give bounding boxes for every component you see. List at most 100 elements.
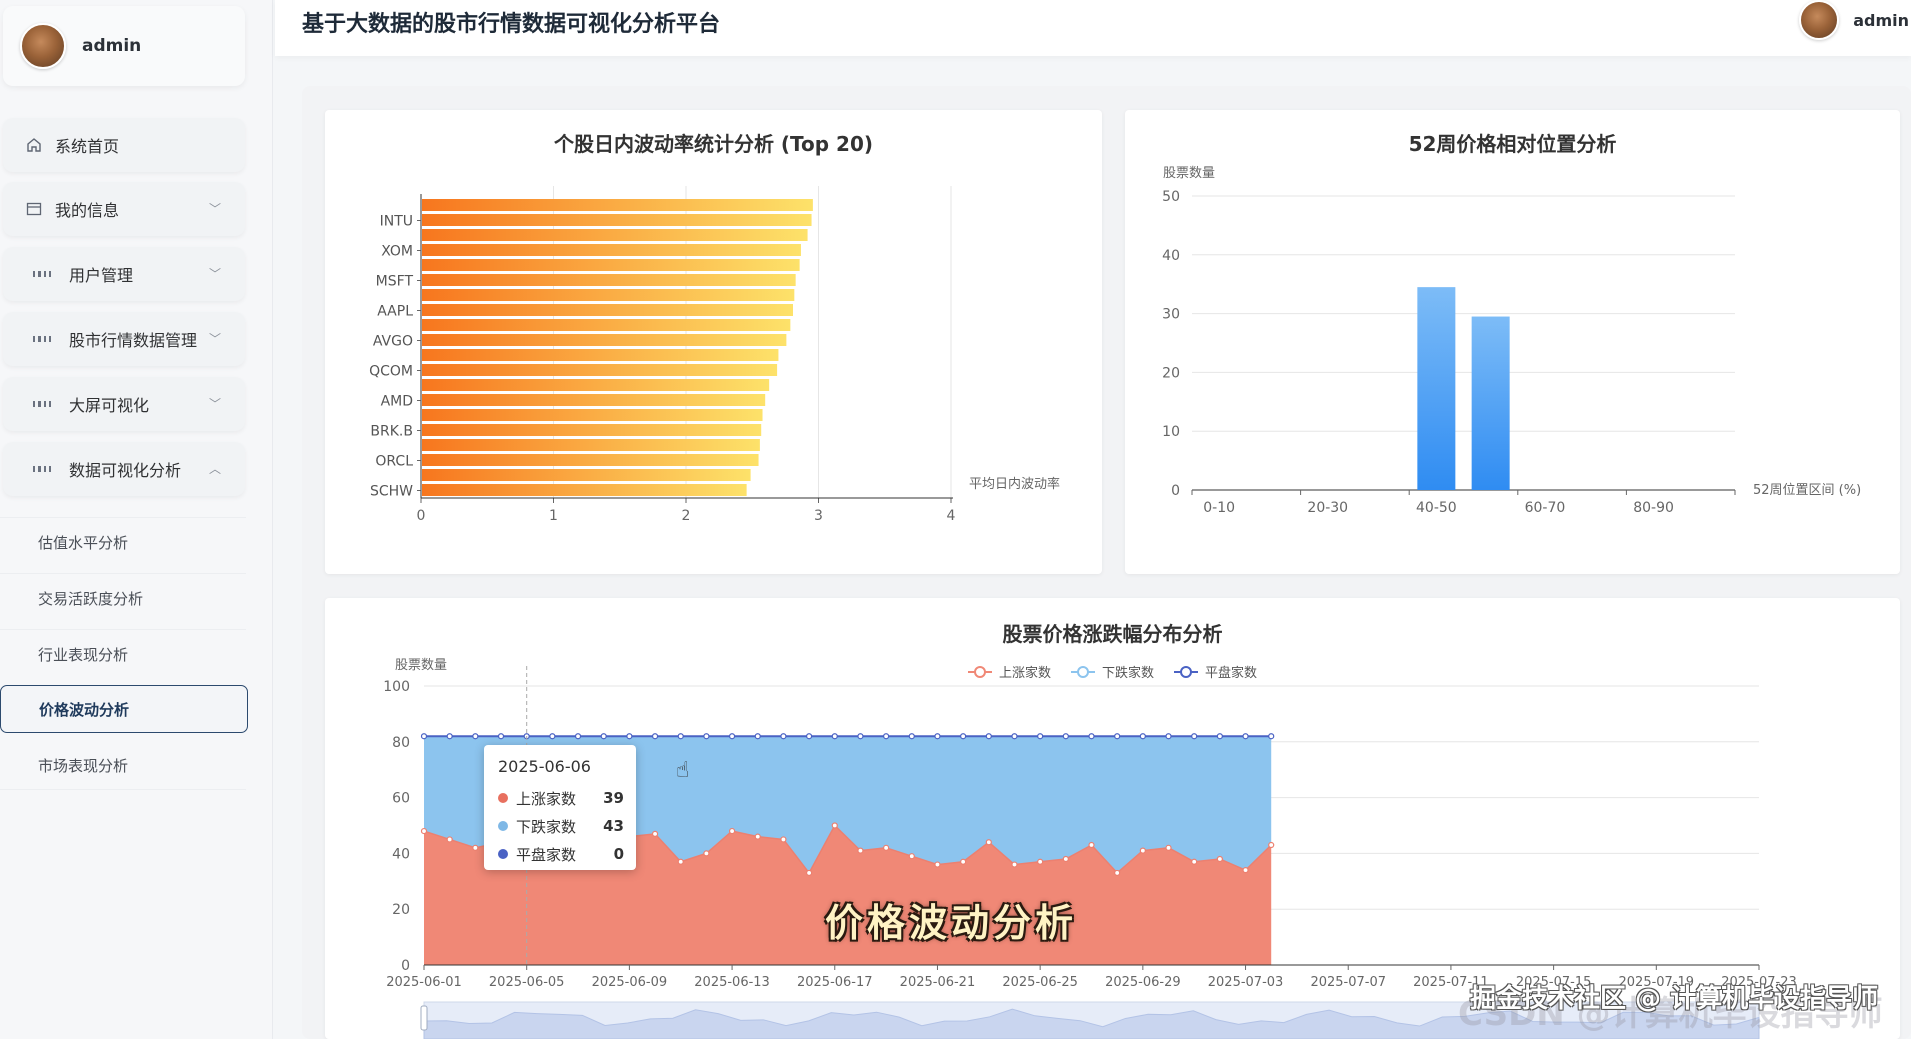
data-point-up	[1062, 855, 1069, 863]
y-tick-label: QCOM	[369, 364, 413, 380]
watermark: 掘金技术社区 @ 计算机毕设指导师	[1470, 984, 1879, 1014]
x-tick-label: 40-50	[1416, 500, 1457, 516]
legend-marker	[1077, 666, 1089, 678]
data-point-flat	[857, 733, 864, 740]
grid-icon	[33, 460, 51, 478]
submenu-valuation[interactable]: 估值水平分析	[0, 518, 246, 566]
data-point-up	[1268, 841, 1275, 849]
x-tick-label: 2	[682, 508, 691, 524]
data-point-flat	[985, 733, 992, 740]
bar	[422, 304, 793, 316]
sidebar-username: admin	[82, 36, 142, 56]
bar	[422, 199, 813, 211]
menu-label: 股市行情数据管理	[69, 331, 198, 350]
top-header: 基于大数据的股市行情数据可视化分析平台 admin	[275, 0, 1911, 56]
avatar[interactable]	[20, 23, 66, 69]
legend-dot	[498, 793, 508, 803]
y-tick-label: AVGO	[373, 334, 413, 350]
submenu-market-performance[interactable]: 市场表现分析	[0, 741, 246, 789]
data-point-up	[420, 827, 428, 835]
x-tick-label: 80-90	[1633, 500, 1674, 516]
data-point-up	[908, 853, 915, 860]
x-axis-label: 52周位置区间 (%)	[1753, 483, 1861, 498]
y-axis-label: 股票数量	[1163, 166, 1215, 181]
zoom-slider-handle-left	[420, 1005, 428, 1031]
tooltip-series-name: 下跌家数	[516, 817, 577, 836]
data-point-flat	[908, 733, 915, 740]
grid-icon	[33, 395, 51, 413]
bar	[422, 454, 759, 466]
menu-item-data-analysis[interactable]: 数据可视化分析 ︿	[3, 442, 245, 496]
y-tick-label: 100	[383, 679, 410, 695]
y-tick-label: 10	[1162, 424, 1180, 440]
menu-label: 数据可视化分析	[69, 461, 182, 480]
data-point-flat	[626, 733, 633, 740]
tooltip-value: 39	[603, 789, 624, 807]
x-axis-label: 平均日内波动率	[969, 476, 1060, 492]
data-point-up	[446, 836, 453, 843]
menu-label: 我的信息	[55, 201, 120, 220]
y-tick-label: 40	[1162, 248, 1180, 264]
menu-label: 大屏可视化	[69, 396, 150, 415]
x-tick-label: 2025-07-03	[1208, 975, 1284, 990]
x-tick-label: 2025-06-25	[1002, 975, 1078, 990]
bar	[422, 259, 800, 271]
bar	[422, 319, 791, 331]
submenu-trading-activity[interactable]: 交易活跃度分析	[0, 574, 246, 622]
data-point-flat	[728, 733, 736, 740]
y-tick-label: INTU	[380, 214, 413, 230]
menu-item-market-data[interactable]: 股市行情数据管理 ﹀	[3, 312, 245, 366]
bar	[422, 244, 801, 256]
y-tick-label: AMD	[381, 394, 413, 410]
header-user-menu[interactable]: admin	[1799, 0, 1911, 40]
bar	[422, 289, 795, 301]
menu-label: 用户管理	[69, 266, 134, 285]
data-point-up	[985, 839, 992, 846]
x-tick-label: 2025-06-13	[694, 975, 770, 990]
tooltip-value: 43	[603, 817, 624, 835]
legend-label: 上涨家数	[999, 665, 1051, 681]
tooltip-series-name: 平盘家数	[516, 845, 577, 864]
x-tick-label: 2025-06-01	[386, 975, 462, 990]
divider	[0, 789, 246, 790]
x-tick-label: 60-70	[1525, 500, 1566, 516]
menu-item-big-screen[interactable]: 大屏可视化 ﹀	[3, 377, 245, 431]
legend-label: 下跌家数	[1102, 665, 1154, 681]
data-point-up	[1216, 855, 1223, 863]
data-point-up	[677, 858, 684, 865]
data-point-up	[1242, 867, 1249, 874]
tooltip-row: 上涨家数 39	[498, 786, 624, 810]
y-tick-label: 50	[1162, 189, 1180, 205]
bar	[422, 469, 751, 481]
data-point-flat	[703, 733, 710, 740]
bar	[1471, 316, 1510, 490]
volatility-chart-panel: 个股日内波动率统计分析 (Top 20) 0 1 2 3 4 平均日内波动率 INTU XOM…	[325, 110, 1102, 574]
bar	[422, 394, 766, 406]
y-tick-label: 60	[392, 791, 410, 807]
x-tick-label: 2025-06-05	[489, 975, 565, 990]
menu-item-my-info[interactable]: 我的信息 ﹀	[3, 182, 245, 236]
avatar[interactable]	[1799, 0, 1840, 40]
menu-item-home[interactable]: 系统首页	[3, 118, 245, 172]
bar	[422, 379, 770, 391]
menu-label: 系统首页	[55, 137, 120, 156]
x-tick-label: 2025-06-09	[592, 975, 668, 990]
chevron-down-icon: ﹀	[208, 202, 221, 216]
legend-marker	[974, 666, 986, 678]
y-tick-label: 20	[1162, 365, 1180, 381]
legend-label: 平盘家数	[1205, 665, 1257, 681]
data-point-up	[1011, 861, 1018, 868]
data-point-up	[651, 830, 659, 837]
submenu-industry[interactable]: 行业表现分析	[0, 630, 246, 678]
data-point-up	[703, 850, 710, 857]
submenu-price-volatility[interactable]: 价格波动分析	[0, 685, 248, 733]
menu-item-user-management[interactable]: 用户管理 ﹀	[3, 247, 245, 301]
submenu-label: 市场表现分析	[38, 756, 129, 775]
video-caption: 价格波动分析	[825, 901, 1078, 945]
user-card[interactable]: admin	[3, 6, 245, 86]
grid-icon	[33, 330, 51, 348]
y-tick-label: 80	[392, 735, 410, 751]
chevron-down-icon: ﹀	[208, 267, 221, 281]
home-icon	[25, 136, 43, 154]
submenu-label: 行业表现分析	[38, 645, 129, 664]
